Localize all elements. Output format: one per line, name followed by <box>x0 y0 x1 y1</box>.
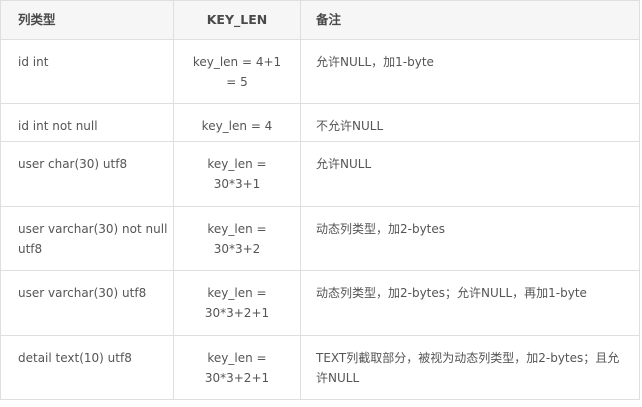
key-len-line: key_len = <box>207 351 267 365</box>
cell-note: 不允许NULL <box>300 103 640 142</box>
cell-column-type: id int not null <box>0 103 174 142</box>
page: 列类型 KEY_LEN 备注 id int key_len = 4+1 = 5 … <box>0 0 642 407</box>
key-len-line: key_len = 4+1 <box>192 55 282 69</box>
table-row: id int not null key_len = 4 不允许NULL <box>0 103 640 142</box>
header-column-type: 列类型 <box>0 0 174 40</box>
cell-note: TEXT列截取部分，被视为动态列类型，加2-bytes；且允许NULL <box>300 335 640 400</box>
cell-key-len: key_len = 30*3+2 <box>173 206 301 271</box>
cell-note: 动态列类型，加2-bytes <box>300 206 640 271</box>
cell-key-len: key_len = 30*3+2+1 <box>173 270 301 336</box>
cell-key-len: key_len = 30*3+2+1 <box>173 335 301 400</box>
cell-key-len: key_len = 4 <box>173 103 301 142</box>
table-row: id int key_len = 4+1 = 5 允许NULL，加1-byte <box>0 39 640 104</box>
key-len-line: 30*3+1 <box>213 177 261 191</box>
key-len-line: 30*3+2+1 <box>204 371 270 385</box>
table-row: user varchar(30) utf8 key_len = 30*3+2+1… <box>0 270 640 336</box>
header-key-len: KEY_LEN <box>173 0 301 40</box>
cell-note: 允许NULL <box>300 141 640 207</box>
key-len-line: key_len = <box>207 286 267 300</box>
key-len-line: key_len = <box>207 222 267 236</box>
cell-column-type: user varchar(30) not null utf8 <box>0 206 174 271</box>
table-header-row: 列类型 KEY_LEN 备注 <box>0 0 640 40</box>
key-len-table: 列类型 KEY_LEN 备注 id int key_len = 4+1 = 5 … <box>0 0 640 400</box>
key-len-line: key_len = 4 <box>201 119 273 133</box>
cell-column-type: detail text(10) utf8 <box>0 335 174 400</box>
table-row: user varchar(30) not null utf8 key_len =… <box>0 206 640 271</box>
cell-note: 动态列类型，加2-bytes；允许NULL，再加1-byte <box>300 270 640 336</box>
table-row: user char(30) utf8 key_len = 30*3+1 允许NU… <box>0 141 640 207</box>
key-len-line: 30*3+2 <box>213 242 261 256</box>
cell-column-type: user char(30) utf8 <box>0 141 174 207</box>
header-note: 备注 <box>300 0 640 40</box>
table-row: detail text(10) utf8 key_len = 30*3+2+1 … <box>0 335 640 400</box>
key-len-line: 30*3+2+1 <box>204 306 270 320</box>
cell-key-len: key_len = 4+1 = 5 <box>173 39 301 104</box>
key-len-line: key_len = <box>207 157 267 171</box>
cell-note: 允许NULL，加1-byte <box>300 39 640 104</box>
cell-column-type: user varchar(30) utf8 <box>0 270 174 336</box>
cell-column-type: id int <box>0 39 174 104</box>
key-len-line: = 5 <box>226 75 248 89</box>
cell-key-len: key_len = 30*3+1 <box>173 141 301 207</box>
